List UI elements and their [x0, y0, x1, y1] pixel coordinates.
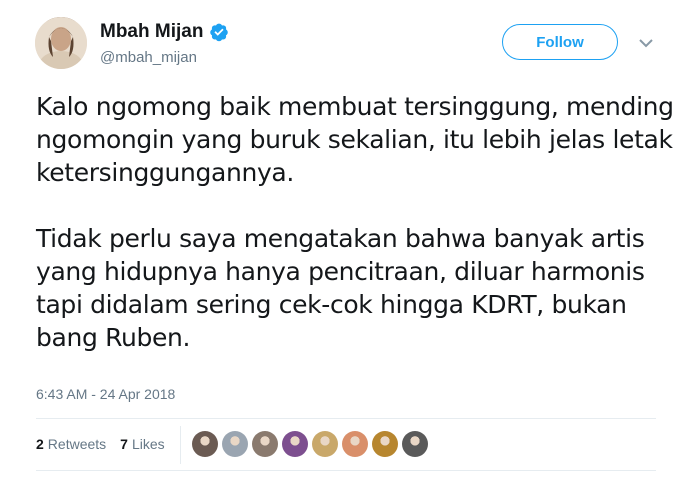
user-name-row: Mbah Mijan — [100, 21, 229, 43]
divider — [36, 418, 656, 419]
user-handle[interactable]: @mbah_mijan — [100, 49, 197, 66]
avatar-image — [35, 17, 87, 69]
likes-label: Likes — [131, 436, 165, 452]
retweets-label: Retweets — [47, 436, 107, 452]
likes-count: 7 — [120, 436, 128, 452]
tweet-timestamp[interactable]: 6:43 AM - 24 Apr 2018 — [36, 386, 175, 402]
verified-badge-icon — [209, 22, 229, 42]
liker-avatar[interactable] — [282, 431, 308, 457]
liker-avatar[interactable] — [222, 431, 248, 457]
liker-avatar[interactable] — [252, 431, 278, 457]
liker-avatars — [192, 431, 428, 457]
retweets-count: 2 — [36, 436, 44, 452]
liker-avatar[interactable] — [372, 431, 398, 457]
user-avatar[interactable] — [35, 17, 87, 69]
liker-avatar[interactable] — [402, 431, 428, 457]
liker-avatar[interactable] — [342, 431, 368, 457]
user-display-name[interactable]: Mbah Mijan — [100, 21, 203, 43]
stats-separator — [180, 426, 181, 464]
tweet-paragraph: Kalo ngomong baik membuat tersinggung, m… — [36, 92, 674, 187]
tweet-paragraph: Tidak perlu saya mengatakan bahwa banyak… — [36, 224, 645, 352]
divider — [36, 470, 656, 471]
retweets-stat[interactable]: 2 Retweets — [36, 436, 106, 452]
liker-avatar[interactable] — [192, 431, 218, 457]
liker-avatar[interactable] — [312, 431, 338, 457]
follow-button[interactable]: Follow — [502, 24, 618, 60]
likes-stat[interactable]: 7 Likes — [120, 436, 164, 452]
tweet-card: Mbah Mijan @mbah_mijan Follow Kalo ngomo… — [0, 0, 700, 485]
tweet-stats: 2 Retweets 7 Likes — [36, 436, 179, 452]
chevron-down-icon[interactable] — [638, 36, 654, 48]
tweet-text: Kalo ngomong baik membuat tersinggung, m… — [36, 90, 676, 354]
